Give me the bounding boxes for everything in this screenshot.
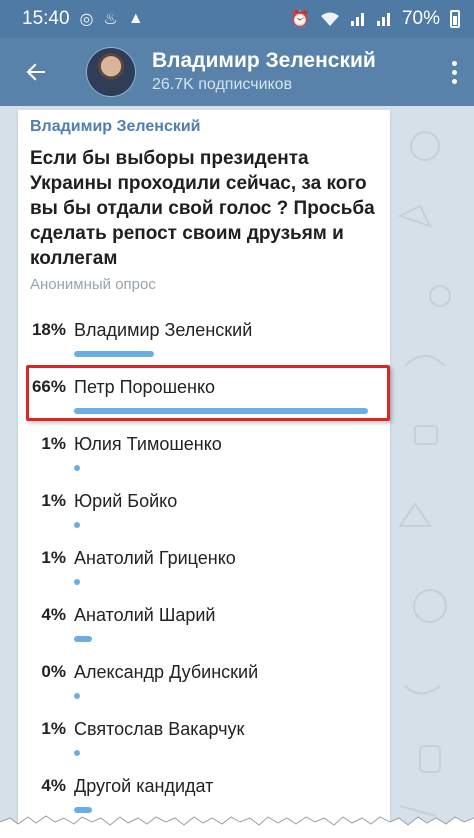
poll-option-bar (74, 465, 80, 471)
poll-option: 1% Анатолий Гриценко (18, 546, 390, 594)
poll-option-label: Анатолий Гриценко (74, 548, 236, 568)
poll-option-percent: 1% (41, 719, 66, 738)
wifi-icon (320, 12, 339, 26)
poll-option-label: Юлия Тимошенко (74, 434, 222, 454)
status-bar: 15:40 ◎ ♨ ▲ ⏰ 70% (0, 0, 474, 38)
poll-option-bar (74, 636, 92, 642)
more-vert-icon[interactable] (434, 38, 474, 106)
poll-option-label: Другой кандидат (74, 776, 214, 796)
signal-icon (376, 13, 390, 26)
poll-message: Владимир Зеленский Если бы выборы презид… (18, 110, 390, 838)
post-author[interactable]: Владимир Зеленский (30, 118, 201, 136)
channel-avatar[interactable] (86, 47, 136, 97)
poll-option-bar (74, 351, 154, 357)
poll-option-bar (74, 522, 80, 528)
poll-option-percent: 0% (41, 662, 66, 681)
channel-header: Владимир Зеленский 26.7K подписчиков (0, 38, 474, 106)
torn-edge (0, 815, 474, 838)
notification-icon: ◎ (79, 11, 94, 28)
poll-type-label: Анонимный опрос (30, 276, 156, 293)
poll-option-label: Владимир Зеленский (74, 320, 253, 340)
poll-option-label: Анатолий Шарий (74, 605, 216, 625)
poll-option-bar (74, 750, 80, 756)
channel-name: Владимир Зеленский (152, 49, 376, 72)
poll-option-bar (74, 693, 80, 699)
poll-option-percent: 1% (41, 491, 66, 510)
poll-option-bar (74, 579, 80, 585)
subscriber-count: 26.7K подписчиков (152, 76, 293, 93)
warning-icon: ▲ (127, 10, 144, 27)
signal-icon (350, 13, 364, 26)
notification-icon: ♨ (103, 11, 118, 28)
poll-option: 1% Юрий Бойко (18, 489, 390, 537)
poll-option-percent: 1% (41, 434, 66, 453)
channel-info[interactable]: Владимир Зеленский 26.7K подписчиков (152, 48, 434, 96)
poll-option-label: Александр Дубинский (74, 662, 259, 682)
poll-question: Если бы выборы президента Украины проход… (30, 148, 375, 269)
poll-option: 0% Александр Дубинский (18, 660, 390, 708)
battery-icon (450, 10, 460, 28)
poll-option-percent: 1% (41, 548, 66, 567)
status-time: 15:40 (22, 8, 70, 29)
poll-option: 4% Анатолий Шарий (18, 603, 390, 651)
back-button[interactable] (0, 38, 72, 106)
poll-option: 1% Святослав Вакарчук (18, 717, 390, 765)
poll-option: 1% Юлия Тимошенко (18, 432, 390, 480)
alarm-icon: ⏰ (290, 11, 310, 28)
poll-option-percent: 18% (31, 320, 66, 339)
battery-percent: 70% (401, 8, 440, 29)
poll-option-label: Юрий Бойко (74, 491, 178, 511)
poll-option-percent: 4% (41, 776, 66, 795)
poll-option-percent: 4% (41, 605, 66, 624)
highlight-box (26, 365, 390, 421)
back-arrow-icon (26, 63, 45, 81)
poll-option-label: Святослав Вакарчук (74, 719, 245, 739)
poll-option: 18% Владимир Зеленский (18, 318, 390, 366)
